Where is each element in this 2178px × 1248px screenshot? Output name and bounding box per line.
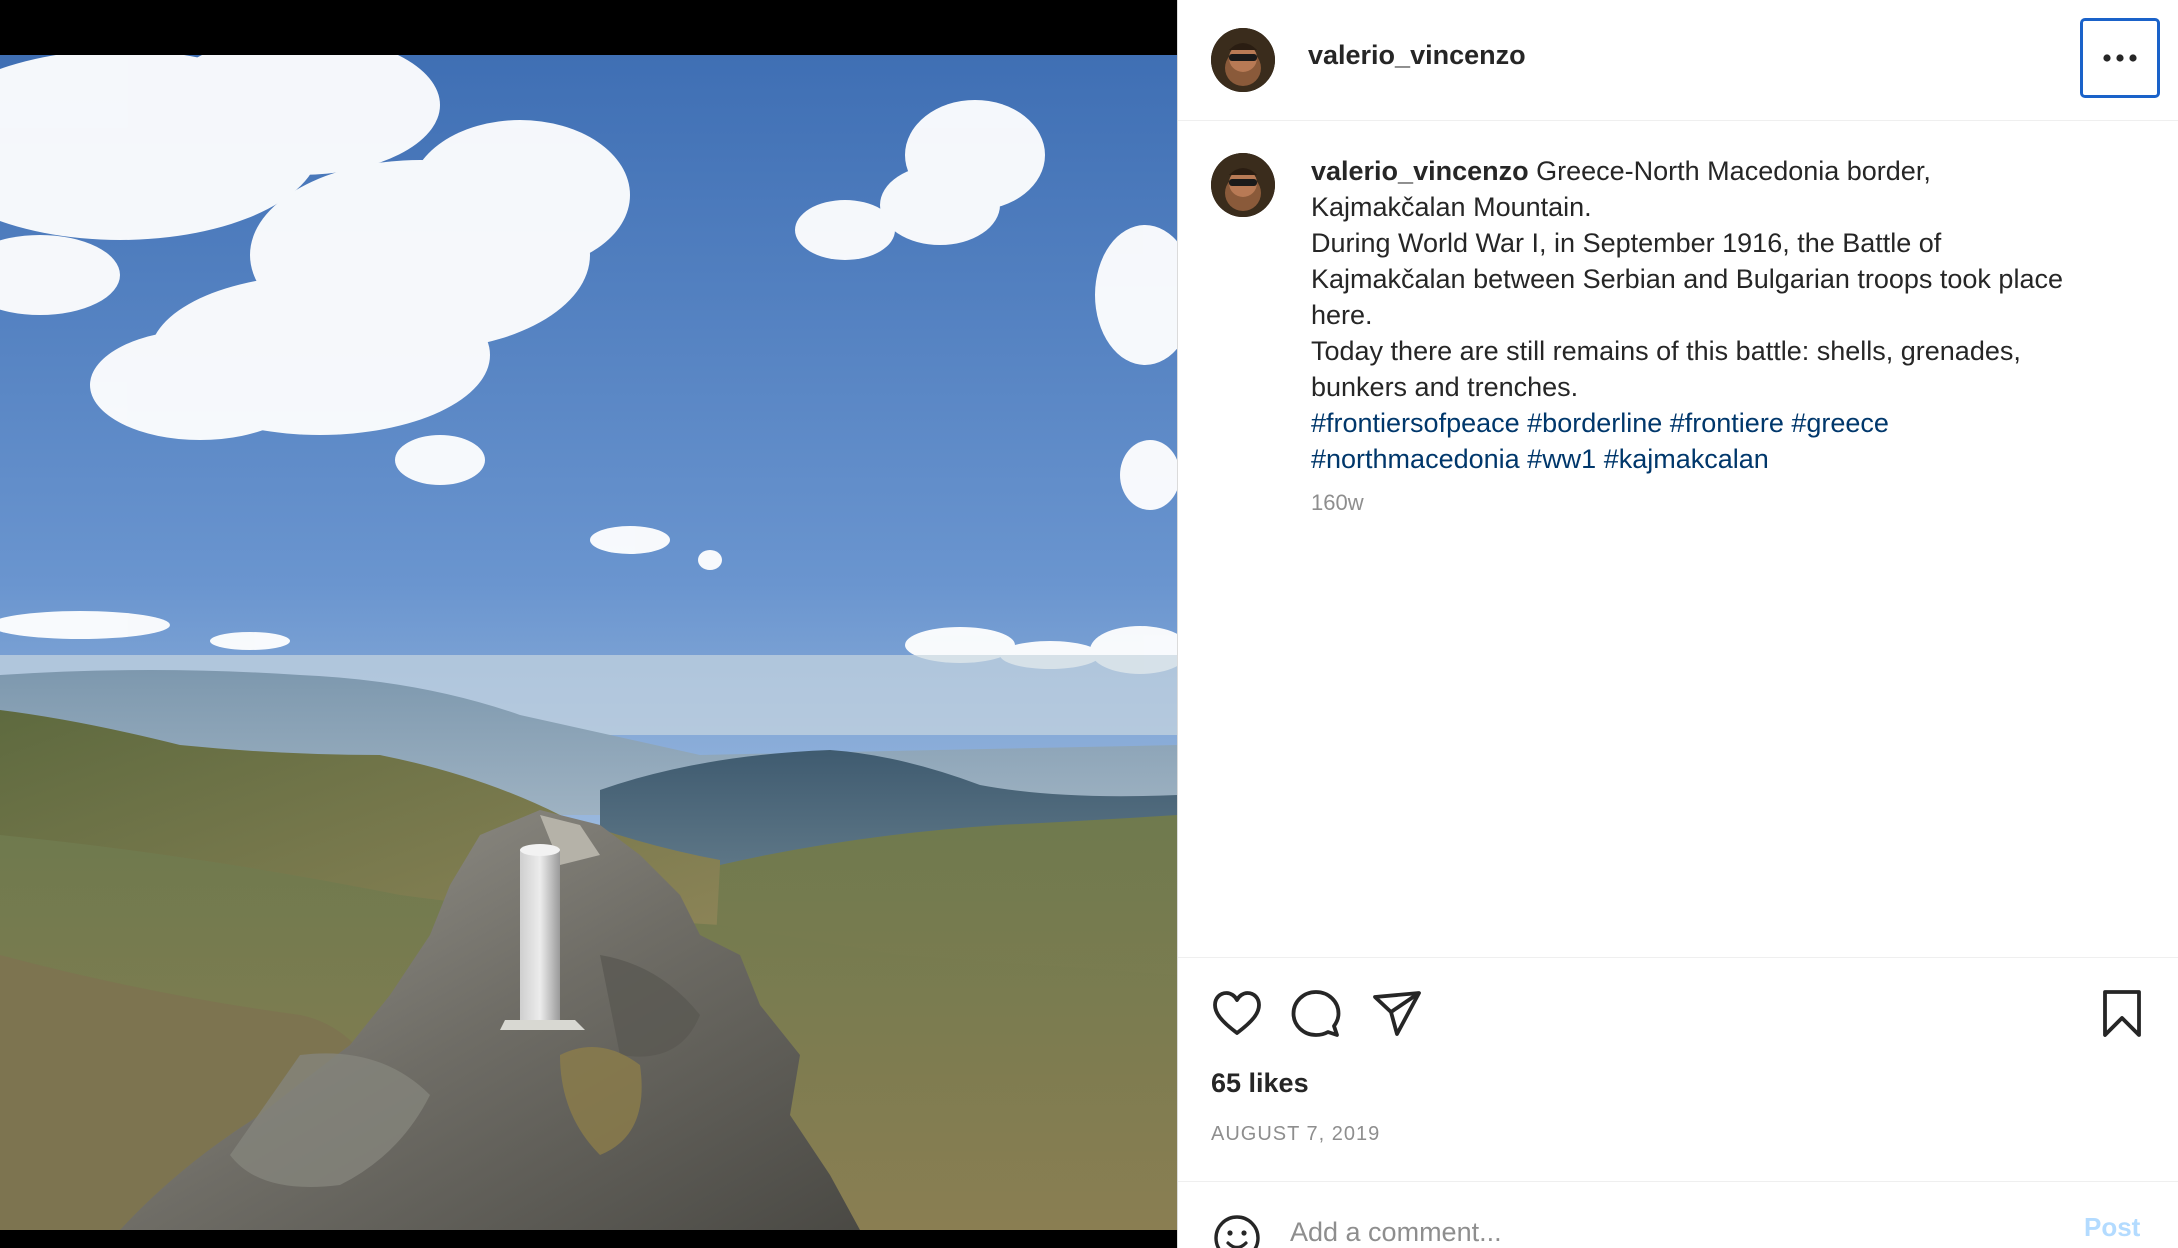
heart-icon [1211, 988, 1263, 1040]
post-photo[interactable] [0, 55, 1177, 1230]
hashtag-line: #frontiersofpeace #borderline #frontiere… [1311, 405, 2151, 441]
likes-count[interactable]: 65 likes [1211, 1068, 1309, 1099]
more-options-button[interactable] [2080, 18, 2160, 98]
hashtag-line: #northmacedonia #ww1 #kajmakcalan [1311, 441, 2151, 477]
hashtag-link[interactable]: #kajmakcalan [1604, 444, 1769, 474]
caption-line: Kajmakčalan Mountain. [1311, 192, 1592, 222]
media-pane [0, 0, 1177, 1248]
comment-bubble-icon [1290, 988, 1342, 1040]
hashtag-link[interactable]: #frontiere [1670, 408, 1784, 438]
emoji-button[interactable] [1211, 1212, 1263, 1248]
caption-block: valerio_vincenzo Greece-North Macedonia … [1178, 121, 2178, 957]
caption-line: During World War I, in September 1916, t… [1311, 228, 1942, 258]
bookmark-icon [2096, 988, 2148, 1040]
instagram-post-view: valerio_vincenzo valerio_vincenzo Greece… [0, 0, 2178, 1248]
time-ago[interactable]: 160w [1311, 490, 1364, 516]
hashtag-link[interactable]: #frontiersofpeace [1311, 408, 1520, 438]
hashtag-link[interactable]: #ww1 [1527, 444, 1596, 474]
caption-line: here. [1311, 300, 1373, 330]
caption-text: valerio_vincenzo Greece-North Macedonia … [1311, 153, 2151, 477]
post-actions: 65 likes AUGUST 7, 2019 [1178, 957, 2178, 1181]
comment-bar: Post [1178, 1181, 2178, 1248]
post-header: valerio_vincenzo [1178, 0, 2178, 121]
caption-line: Kajmakčalan between Serbian and Bulgaria… [1311, 264, 2063, 294]
caption-avatar[interactable] [1211, 153, 1275, 217]
share-button[interactable] [1371, 988, 1423, 1040]
comment-button[interactable] [1290, 988, 1342, 1040]
paper-plane-icon [1371, 988, 1423, 1040]
hashtag-link[interactable]: #greece [1791, 408, 1889, 438]
avatar[interactable] [1211, 28, 1275, 92]
more-options-icon [2103, 49, 2137, 67]
post-date: AUGUST 7, 2019 [1211, 1123, 1381, 1145]
comment-input[interactable] [1290, 1212, 2050, 1248]
hashtag-link[interactable]: #borderline [1527, 408, 1662, 438]
post-side-panel: valerio_vincenzo valerio_vincenzo Greece… [1177, 0, 2178, 1248]
caption-line: bunkers and trenches. [1311, 372, 1579, 402]
like-button[interactable] [1211, 988, 1263, 1040]
caption-username[interactable]: valerio_vincenzo [1311, 156, 1529, 186]
save-button[interactable] [2096, 988, 2148, 1040]
post-comment-button[interactable]: Post [2084, 1212, 2140, 1243]
hashtag-link[interactable]: #northmacedonia [1311, 444, 1520, 474]
caption-line: valerio_vincenzo Greece-North Macedonia … [1311, 156, 1931, 186]
header-username[interactable]: valerio_vincenzo [1308, 40, 1526, 71]
caption-line: Today there are still remains of this ba… [1311, 336, 2021, 366]
